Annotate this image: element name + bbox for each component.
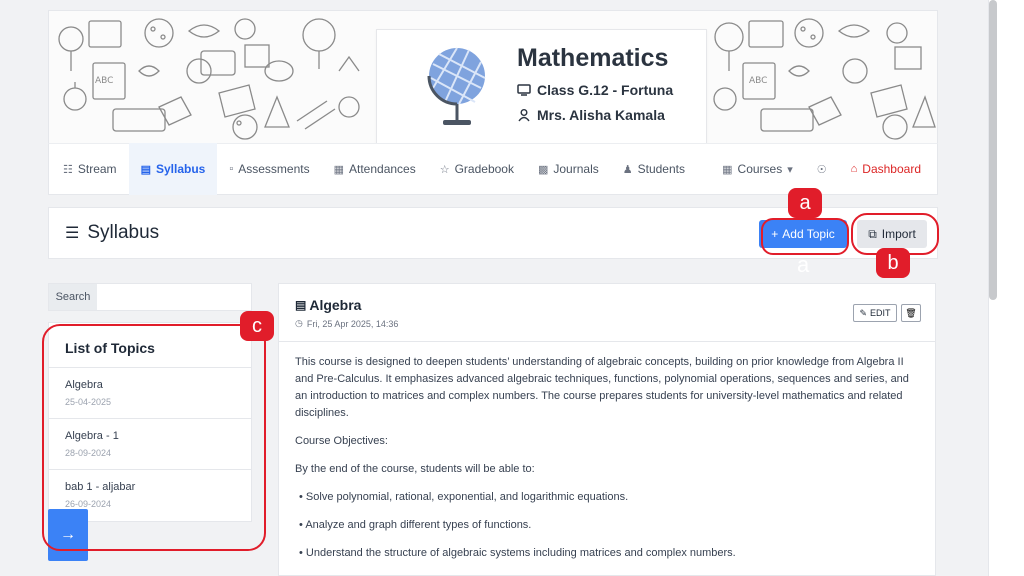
tab-assessments-label: Assessments — [238, 162, 310, 176]
window-scrollbar[interactable] — [988, 0, 1024, 576]
trash-icon: 🗑 — [905, 307, 917, 318]
delete-button[interactable]: 🗑 — [901, 304, 921, 322]
topic-title: ▤ Algebra — [295, 297, 361, 313]
edit-label: EDIT — [870, 308, 891, 318]
annotation-tag-c: c — [240, 311, 274, 341]
course-teacher-label: Mrs. Alisha Kamala — [537, 107, 665, 123]
edit-button[interactable]: ✎ EDIT — [853, 304, 897, 322]
grid-icon: ▦ — [722, 163, 733, 176]
tab-gradebook-label: Gradebook — [454, 162, 514, 176]
course-class-label: Class G.12 - Fortuna — [537, 82, 674, 98]
dashboard-link[interactable]: ⌂ Dashboard — [839, 143, 937, 195]
annotation-tag-a: a — [788, 188, 822, 218]
tab-attendances-label: Attendances — [349, 162, 416, 176]
clock-icon: ◷ — [295, 318, 303, 328]
tab-stream[interactable]: ☷ Stream — [49, 143, 129, 195]
search-label: Search — [49, 284, 97, 310]
pencil-icon: ✎ — [859, 307, 868, 318]
course-class: Class G.12 - Fortuna — [517, 82, 673, 98]
home-icon: ⌂ — [850, 163, 858, 175]
objective-item: • Solve polynomial, rational, exponentia… — [299, 491, 629, 503]
objective-text: Understand the structure of algebraic sy… — [305, 547, 736, 559]
monitor-icon — [517, 84, 531, 96]
svg-text:ABC: ABC — [749, 76, 767, 86]
list-icon: ☰ — [65, 225, 80, 242]
tab-syllabus-label: Syllabus — [155, 162, 206, 176]
tab-assessments[interactable]: ▫ Assessments — [217, 143, 321, 195]
document-icon: ▫ — [229, 163, 234, 175]
tab-syllabus[interactable]: ▤ Syllabus — [128, 143, 218, 195]
page-title-label: Syllabus — [87, 222, 160, 243]
tab-journals-label: Journals — [553, 162, 599, 176]
tab-attendances[interactable]: ▦ Attendances — [322, 143, 428, 195]
description-text: This course is designed to deepen studen… — [295, 356, 909, 419]
book-icon: ▤ — [295, 298, 307, 312]
topic-detail-card: ▤ Algebra ◷ Fri, 25 Apr 2025, 14:36 ✎ ED… — [278, 283, 936, 576]
bell-icon: ☉ — [816, 163, 827, 176]
svg-text:ABC: ABC — [95, 76, 113, 86]
objectives-heading: Course Objectives: — [295, 435, 388, 447]
topic-title-label: Algebra — [309, 297, 362, 313]
course-title: Mathematics — [517, 44, 669, 72]
tab-students[interactable]: ♟ Students — [611, 143, 697, 195]
page-title: ☰ Syllabus — [65, 222, 159, 244]
course-teacher: Mrs. Alisha Kamala — [517, 107, 665, 123]
search-input[interactable] — [97, 284, 251, 310]
topic-detail-header: ▤ Algebra ◷ Fri, 25 Apr 2025, 14:36 ✎ ED… — [279, 284, 935, 342]
courses-dropdown-label: Courses — [737, 162, 783, 176]
users-icon: ♟ — [622, 163, 633, 176]
book-icon: ▤ — [140, 163, 151, 176]
objective-item: • Understand the structure of algebraic … — [299, 547, 736, 559]
course-banner: ABC ABC Mathematics Class G.12 - Fortuna — [48, 10, 938, 143]
annotation-ring-a — [761, 218, 849, 255]
annotation-ring-c — [42, 324, 266, 551]
topic-description: This course is designed to deepen studen… — [279, 342, 935, 562]
star-icon: ☆ — [439, 163, 450, 176]
topic-datetime: ◷ Fri, 25 Apr 2025, 14:36 — [295, 318, 398, 329]
caret-down-icon: ▾ — [787, 163, 793, 176]
topic-search: Search — [48, 283, 252, 311]
annotation-tag-b: b — [876, 248, 910, 278]
stream-icon: ☷ — [63, 163, 73, 176]
dashboard-link-label: Dashboard — [862, 162, 921, 176]
tab-journals[interactable]: ▩ Journals — [526, 143, 611, 195]
course-title-card: Mathematics Class G.12 - Fortuna Mrs. Al… — [376, 29, 707, 143]
scrollbar-thumb[interactable] — [989, 0, 997, 300]
objective-text: Solve polynomial, rational, exponential,… — [305, 491, 629, 503]
objectives-lead: By the end of the course, students will … — [295, 463, 535, 475]
objective-text: Analyze and graph different types of fun… — [305, 519, 532, 531]
tab-stream-label: Stream — [77, 162, 117, 176]
tab-gradebook[interactable]: ☆ Gradebook — [428, 143, 526, 195]
journal-icon: ▩ — [537, 163, 549, 176]
tab-students-label: Students — [637, 162, 685, 176]
topic-datetime-label: Fri, 25 Apr 2025, 14:36 — [306, 318, 399, 329]
globe-icon — [427, 47, 486, 125]
objective-item: • Analyze and graph different types of f… — [299, 519, 532, 531]
courses-dropdown[interactable]: ▦ Courses ▾ — [710, 143, 805, 195]
calendar-icon: ▦ — [333, 163, 344, 176]
user-icon — [518, 109, 530, 122]
annotation-ghost-a: a — [797, 252, 810, 277]
